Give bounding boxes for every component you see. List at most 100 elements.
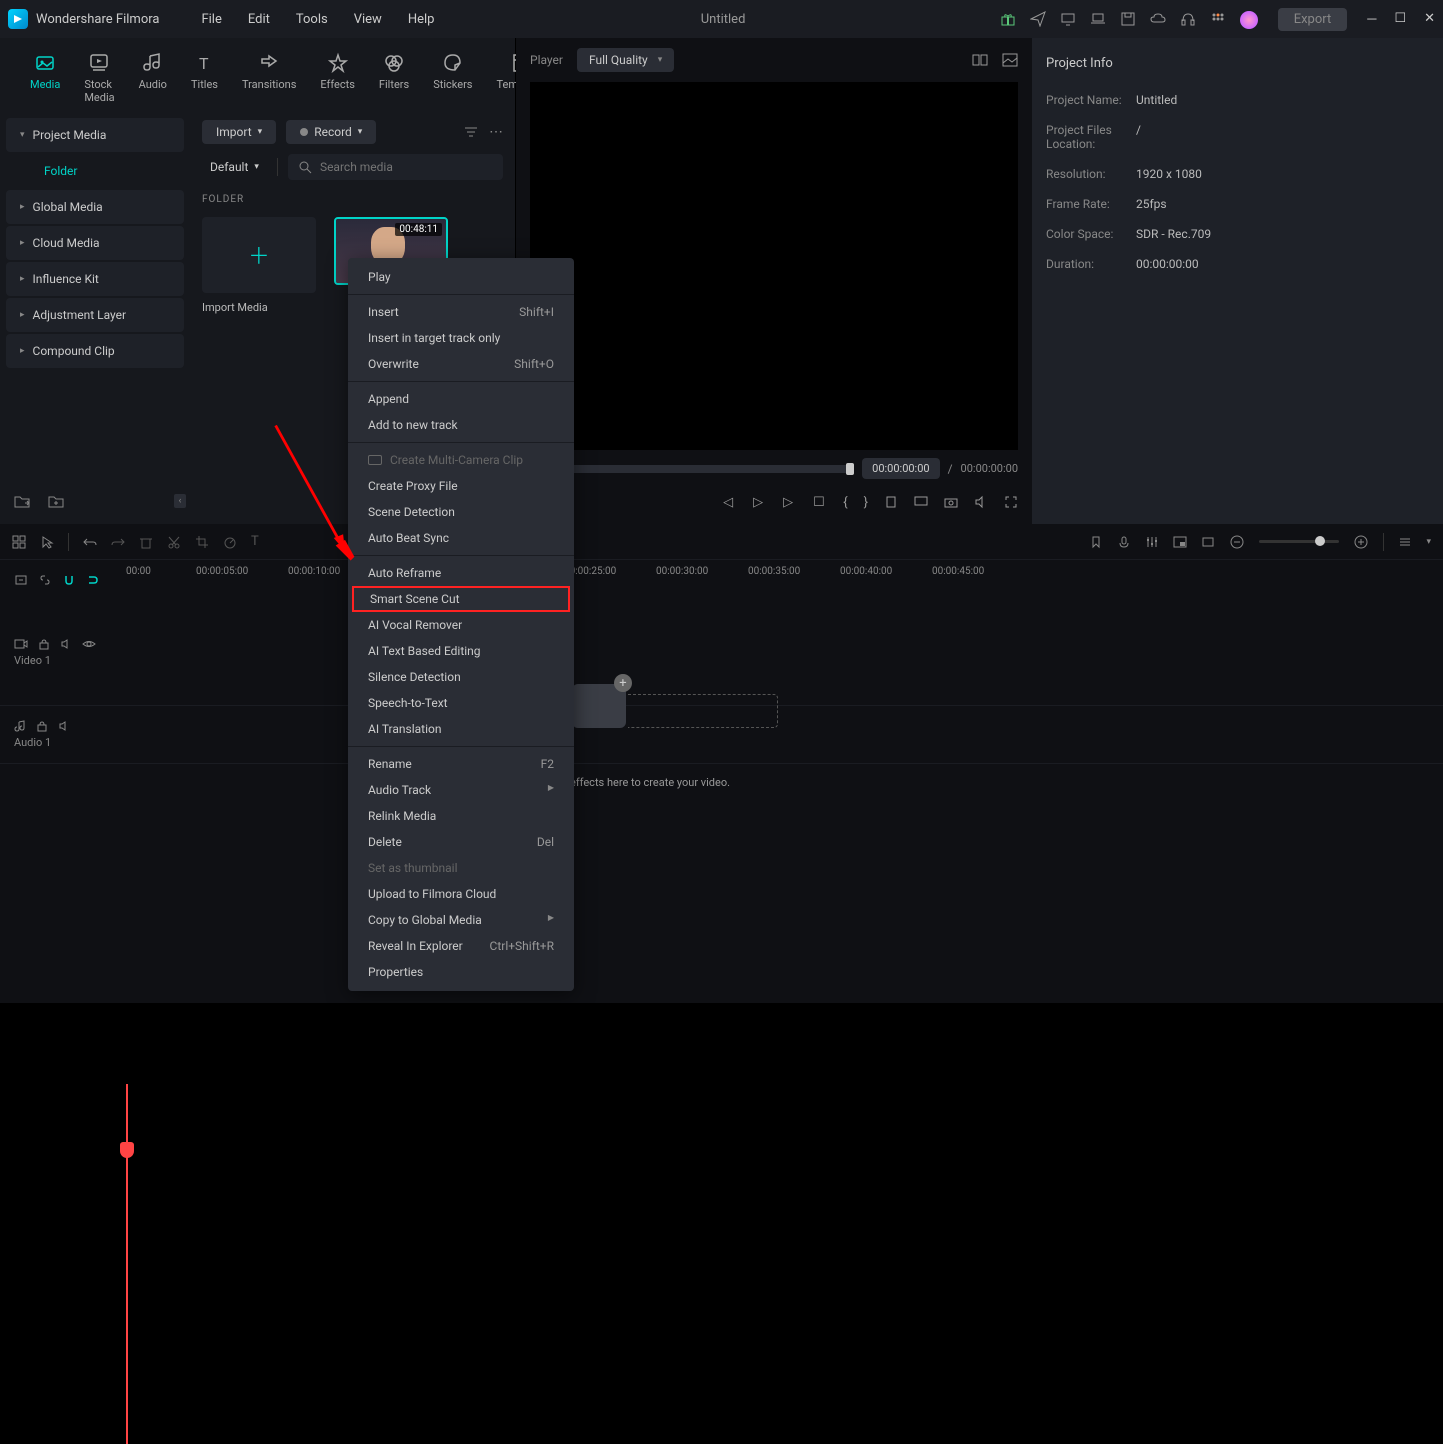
track-lock-icon[interactable] [36,720,48,732]
drop-plus-icon[interactable]: + [614,674,632,692]
context-menu-item[interactable]: Play [348,264,574,290]
import-button[interactable]: Import▾ [202,120,276,144]
sidebar-influence-kit[interactable]: ▸Influence Kit [6,262,184,296]
marker-icon[interactable] [884,495,898,510]
folder-out-icon[interactable] [14,494,30,508]
folder-add-icon[interactable] [48,494,64,508]
zoom-slider[interactable] [1259,540,1339,543]
menu-file[interactable]: File [189,8,233,31]
range-bar[interactable] [530,465,854,473]
context-menu-item[interactable]: Auto Beat Sync [348,525,574,551]
context-menu-item[interactable]: AI Text Based Editing [348,638,574,664]
context-menu-item[interactable]: RenameF2 [348,751,574,777]
speed-icon[interactable] [223,535,237,549]
playhead[interactable] [126,1084,128,1444]
redo-icon[interactable] [111,535,125,549]
headphones-icon[interactable] [1180,11,1196,27]
record-button[interactable]: Record▾ [286,120,376,144]
track-lock-icon[interactable] [38,638,50,650]
next-frame-icon[interactable]: ▷ [783,495,793,510]
close-icon[interactable]: ✕ [1424,11,1435,27]
mark-out-icon[interactable]: } [864,495,868,510]
zoom-in-icon[interactable] [1353,534,1369,550]
text-icon[interactable]: T [251,534,259,549]
preview-area[interactable] [530,82,1018,450]
track-visible-icon[interactable] [82,638,96,650]
import-media-tile[interactable]: + Import Media [202,217,316,314]
pip-icon[interactable] [1173,535,1187,549]
sidebar-adjustment-layer[interactable]: ▸Adjustment Layer [6,298,184,332]
context-menu-item[interactable]: Audio Track [348,777,574,803]
grid-icon[interactable] [12,535,26,549]
menu-edit[interactable]: Edit [236,8,282,31]
context-menu-item[interactable]: Append [348,386,574,412]
minimize-icon[interactable]: ─ [1367,11,1376,27]
profile-icon[interactable] [1240,11,1256,27]
maximize-icon[interactable]: ☐ [1394,11,1406,27]
context-menu-item[interactable]: Insert in target track only [348,325,574,351]
context-menu-item[interactable]: AI Vocal Remover [348,612,574,638]
display-icon[interactable] [914,495,928,510]
mic-icon[interactable] [1117,535,1131,549]
tab-stickers[interactable]: Stickers [421,46,484,112]
cut-icon[interactable] [167,535,181,549]
picture-icon[interactable] [1002,53,1018,67]
timeline-ruler[interactable]: 00:00 00:00:05:00 00:00:10:00 00:00:25:0… [120,560,1443,600]
context-menu-item[interactable]: OverwriteShift+O [348,351,574,377]
tab-stock-media[interactable]: Stock Media [72,46,126,112]
monitor-icon[interactable] [1060,11,1076,27]
zoom-out-icon[interactable] [1229,534,1245,550]
context-menu-item[interactable]: Auto Reframe [348,560,574,586]
magnet-icon[interactable] [62,573,76,587]
track-add-icon[interactable] [14,573,28,587]
send-icon[interactable] [1030,11,1046,27]
context-menu-item[interactable]: Copy to Global Media [348,907,574,933]
sidebar-global-media[interactable]: ▸Global Media [6,190,184,224]
search-input[interactable] [320,160,493,174]
tab-effects[interactable]: Effects [308,46,367,112]
export-button[interactable]: Export [1278,8,1348,31]
context-menu-item[interactable]: Smart Scene Cut [352,586,570,612]
delete-icon[interactable] [139,535,153,549]
save-icon[interactable] [1120,11,1136,27]
crop-icon[interactable] [195,535,209,549]
context-menu-item[interactable]: Relink Media [348,803,574,829]
context-menu-item[interactable]: Upload to Filmora Cloud [348,881,574,907]
menu-tools[interactable]: Tools [284,8,340,31]
context-menu-item[interactable]: Add to new track [348,412,574,438]
settings-dd-icon[interactable]: ▾ [1426,537,1431,547]
sidebar-folder[interactable]: Folder [0,154,190,188]
track-mute-icon[interactable] [58,720,70,732]
volume-icon[interactable] [974,495,988,510]
magnet2-icon[interactable] [86,573,100,587]
menu-view[interactable]: View [342,8,394,31]
list-view-icon[interactable] [1398,535,1412,549]
laptop-icon[interactable] [1090,11,1106,27]
audio-track-body[interactable] [120,706,1443,763]
filter-icon[interactable] [463,124,479,140]
cloud-icon[interactable] [1150,11,1166,27]
tab-audio[interactable]: Audio [127,46,179,112]
prev-frame-icon[interactable]: ◁ [723,495,733,510]
collapse-sidebar-icon[interactable]: ‹ [174,494,186,508]
sidebar-project-media[interactable]: ▾Project Media [6,118,184,152]
sidebar-compound-clip[interactable]: ▸Compound Clip [6,334,184,368]
apps-icon[interactable] [1210,11,1226,27]
video-track-body[interactable]: + effects here to create your video. [120,600,1443,705]
context-menu-item[interactable]: Properties [348,959,574,985]
context-menu-item[interactable]: DeleteDel [348,829,574,855]
tab-transitions[interactable]: Transitions [230,46,308,112]
more-icon[interactable]: ⋯ [489,124,503,140]
marker-add-icon[interactable] [1089,535,1103,549]
context-menu-item[interactable]: AI Translation [348,716,574,742]
tab-titles[interactable]: TTitles [179,46,230,112]
cursor-icon[interactable] [40,535,54,549]
link-icon[interactable] [38,573,52,587]
sort-dropdown[interactable]: Default▾ [202,156,267,178]
context-menu-item[interactable]: Silence Detection [348,664,574,690]
quality-dropdown[interactable]: Full Quality▾ [577,48,674,72]
aspect-icon[interactable] [1201,535,1215,549]
sidebar-cloud-media[interactable]: ▸Cloud Media [6,226,184,260]
stop-icon[interactable]: ☐ [813,495,825,510]
fullscreen-icon[interactable] [1004,495,1018,510]
